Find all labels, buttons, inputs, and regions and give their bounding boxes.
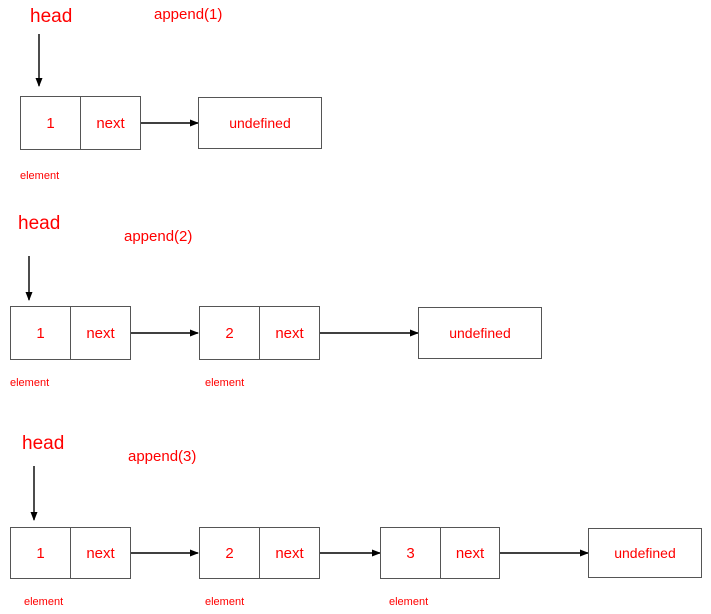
node-next-pointer: next — [275, 544, 304, 562]
element-caption-row-2-index-1: element — [205, 377, 245, 389]
operation-label-row-3: append(3) — [128, 448, 197, 465]
element-caption-row-3-index-1: element — [205, 596, 245, 608]
operation-label-row-1: append(1) — [154, 6, 223, 23]
undefined-terminator-row-3: undefined — [588, 528, 702, 578]
node-next-pointer: next — [275, 324, 304, 342]
node-next-pointer: next — [96, 114, 125, 132]
node-next-pointer: next — [86, 544, 115, 562]
list-node-row-3-index-0[interactable]: 1 next — [10, 527, 131, 579]
node-value: 1 — [21, 97, 81, 149]
node-value: 3 — [381, 528, 441, 578]
node-value: 2 — [200, 528, 260, 578]
head-label-row-1: head — [30, 6, 73, 27]
operation-label-row-2: append(2) — [124, 228, 193, 245]
list-node-row-3-index-2[interactable]: 3 next — [380, 527, 500, 579]
element-caption-row-3-index-0: element — [24, 596, 64, 608]
node-value: 1 — [11, 307, 71, 359]
head-label-row-2: head — [18, 213, 61, 234]
list-node-row-3-index-1[interactable]: 2 next — [199, 527, 320, 579]
list-node-row-1-index-0[interactable]: 1 next — [20, 96, 141, 150]
undefined-terminator-row-1: undefined — [198, 97, 322, 149]
element-caption-row-1-index-0: element — [20, 170, 60, 182]
head-label-row-3: head — [22, 433, 65, 454]
undefined-terminator-row-2: undefined — [418, 307, 542, 359]
list-node-row-2-index-0[interactable]: 1 next — [10, 306, 131, 360]
node-value: 2 — [200, 307, 260, 359]
element-caption-row-2-index-0: element — [10, 377, 50, 389]
node-next-pointer: next — [455, 544, 485, 562]
node-value: 1 — [11, 528, 71, 578]
node-next-pointer: next — [86, 324, 115, 342]
list-node-row-2-index-1[interactable]: 2 next — [199, 306, 320, 360]
element-caption-row-3-index-2: element — [389, 596, 429, 608]
